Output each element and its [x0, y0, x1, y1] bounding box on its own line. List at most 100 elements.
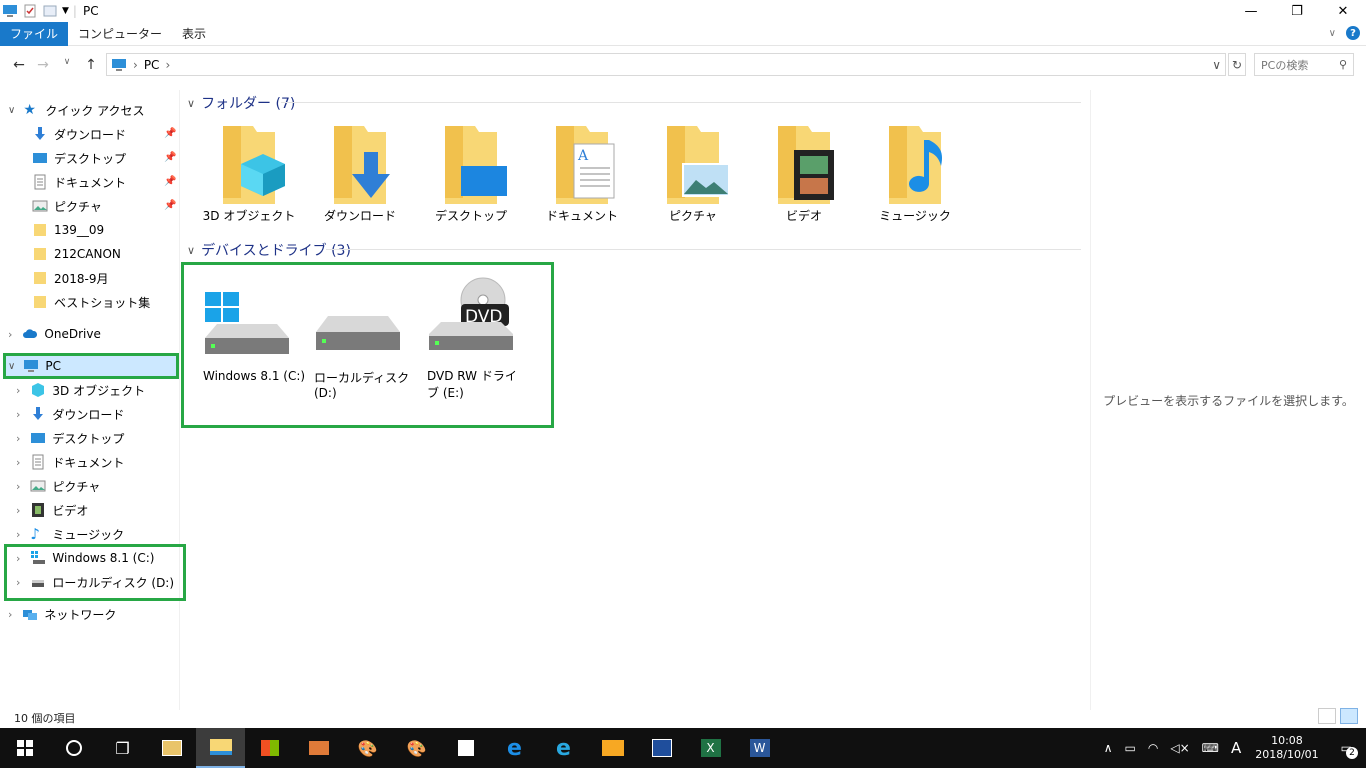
sidebar-item-downloads[interactable]: ダウンロード	[32, 122, 126, 146]
pin-icon[interactable]: 📌	[164, 152, 176, 163]
folder-videos[interactable]: ビデオ	[756, 120, 852, 224]
chevron-right-icon[interactable]: ›	[16, 408, 20, 421]
recent-locations-icon[interactable]: ∨	[58, 57, 76, 73]
taskbar: ❐ 🎨 🎨 e e X W ∧ ▭ ◠ ◁× ⌨ A 10:08 2018/10…	[0, 728, 1366, 768]
sidebar-item-folder[interactable]: 212CANON	[32, 242, 121, 266]
folder-music[interactable]: ミュージック	[867, 120, 963, 224]
minimize-button[interactable]: —	[1228, 0, 1274, 22]
ime-indicator[interactable]: A	[1225, 739, 1247, 757]
search-input[interactable]: PCの検索 ⚲	[1254, 53, 1354, 76]
sidebar-item-downloads[interactable]: › ダウンロード	[16, 402, 124, 426]
sidebar-item-quick-access[interactable]: ∨ ★ クイック アクセス	[8, 98, 145, 122]
sidebar-item-pictures[interactable]: › ピクチャ	[16, 474, 100, 498]
chevron-right-icon[interactable]: ›	[16, 384, 20, 397]
chevron-down-icon[interactable]: ∨	[187, 97, 195, 110]
chevron-right-icon[interactable]: ›	[16, 432, 20, 445]
clock[interactable]: 10:08 2018/10/01	[1247, 734, 1326, 762]
section-divider	[281, 102, 1081, 103]
breadcrumb-pc[interactable]: PC	[144, 58, 160, 72]
sidebar-item-desktop[interactable]: デスクトップ	[32, 146, 126, 170]
properties-icon[interactable]	[22, 3, 38, 19]
taskbar-app-paint-3d[interactable]: 🎨	[392, 728, 441, 768]
tab-view[interactable]: 表示	[172, 22, 216, 46]
sidebar-item-onedrive[interactable]: › OneDrive	[8, 322, 101, 346]
refresh-button[interactable]: ↻	[1228, 53, 1246, 76]
task-view-button[interactable]: ❐	[98, 728, 147, 768]
forward-button[interactable]: →	[34, 57, 52, 73]
sidebar-item-documents[interactable]: ドキュメント	[32, 170, 126, 194]
chevron-right-icon[interactable]: ›	[8, 608, 12, 621]
pin-icon[interactable]: 📌	[164, 128, 176, 139]
section-header-devices[interactable]: ∨ デバイスとドライブ (3)	[187, 240, 351, 260]
folder-documents[interactable]: A ドキュメント	[534, 120, 630, 224]
cube-icon	[32, 383, 45, 397]
sidebar-item-pictures[interactable]: ピクチャ	[32, 194, 102, 218]
cloud-icon	[23, 329, 38, 338]
wifi-icon[interactable]: ◠	[1142, 741, 1164, 755]
taskbar-app-paint[interactable]: 🎨	[343, 728, 392, 768]
sidebar-item-3d-objects[interactable]: › 3D オブジェクト	[16, 378, 145, 402]
sidebar-item-folder[interactable]: ベストショット集	[32, 290, 150, 314]
help-icon[interactable]: ?	[1346, 26, 1360, 40]
customize-toolbar-icon[interactable]: ▼	[62, 6, 69, 16]
sidebar-item-videos[interactable]: › ビデオ	[16, 498, 88, 522]
taskbar-app-photos[interactable]	[147, 728, 196, 768]
drive-e[interactable]: DVD DVD RW ドライブ (E:)	[427, 276, 537, 401]
pin-icon[interactable]: 📌	[164, 200, 176, 211]
palette-icon: 🎨	[406, 738, 427, 758]
search-button[interactable]	[49, 728, 98, 768]
taskbar-app-edge[interactable]: e	[490, 728, 539, 768]
keyboard-icon[interactable]: ⌨	[1196, 741, 1225, 755]
maximize-button[interactable]: ❐	[1274, 0, 1320, 22]
sidebar-item-documents[interactable]: › ドキュメント	[16, 450, 124, 474]
chevron-right-icon[interactable]: ›	[16, 528, 20, 541]
star-icon: ★	[23, 102, 36, 118]
taskbar-app-blue[interactable]	[637, 728, 686, 768]
taskbar-app-word[interactable]: W	[735, 728, 784, 768]
chevron-right-icon[interactable]: ›	[16, 480, 20, 493]
chevron-right-icon[interactable]: ›	[16, 504, 20, 517]
sidebar-item-music[interactable]: › ♪ ミュージック	[16, 522, 124, 546]
drive-d[interactable]: ローカルディスク (D:)	[314, 290, 424, 400]
taskbar-app-sticky[interactable]	[441, 728, 490, 768]
taskbar-app-explorer[interactable]	[196, 728, 245, 768]
computer-icon[interactable]	[2, 3, 18, 19]
taskbar-app-orange[interactable]	[588, 728, 637, 768]
tab-file[interactable]: ファイル	[0, 21, 69, 46]
chevron-right-icon[interactable]: ›	[16, 456, 20, 469]
folder-desktop[interactable]: デスクトップ	[423, 120, 519, 224]
drive-c[interactable]: Windows 8.1 (C:)	[203, 290, 313, 383]
large-icons-view-button[interactable]	[1340, 708, 1358, 724]
battery-icon[interactable]: ▭	[1119, 741, 1142, 755]
action-center-button[interactable]: ▭ 2	[1327, 741, 1366, 759]
section-header-folders[interactable]: ∨ フォルダー (7)	[187, 93, 295, 113]
taskbar-app-store[interactable]	[245, 728, 294, 768]
chevron-right-icon[interactable]: ›	[8, 328, 12, 341]
chevron-down-icon[interactable]: ∨	[8, 105, 15, 116]
sidebar-item-desktop[interactable]: › デスクトップ	[16, 426, 124, 450]
pin-icon[interactable]: 📌	[164, 176, 176, 187]
address-input[interactable]: › PC › ∨	[106, 53, 1226, 76]
expand-ribbon-icon[interactable]: ∨	[1329, 28, 1336, 39]
folder-3d-objects[interactable]: 3D オブジェクト	[201, 120, 297, 224]
up-button[interactable]: ↑	[82, 57, 100, 73]
folder-pictures[interactable]: ピクチャ	[645, 120, 741, 224]
chevron-up-icon[interactable]: ∧	[1098, 741, 1119, 755]
cortana-icon	[65, 740, 82, 756]
back-button[interactable]: ←	[10, 57, 28, 73]
chevron-down-icon[interactable]: ∨	[187, 244, 195, 257]
volume-icon[interactable]: ◁×	[1164, 741, 1195, 755]
folder-downloads[interactable]: ダウンロード	[312, 120, 408, 224]
taskbar-app-ie[interactable]: e	[539, 728, 588, 768]
sidebar-item-folder[interactable]: 2018-9月	[32, 266, 109, 290]
tab-computer[interactable]: コンピューター	[68, 22, 172, 46]
taskbar-app-toolbox[interactable]	[294, 728, 343, 768]
sidebar-item-network[interactable]: › ネットワーク	[8, 602, 116, 626]
new-folder-icon[interactable]	[42, 3, 58, 19]
close-button[interactable]: ✕	[1320, 0, 1366, 22]
details-view-button[interactable]	[1318, 708, 1336, 724]
address-dropdown-icon[interactable]: ∨	[1212, 58, 1221, 72]
sidebar-item-folder[interactable]: 139__09	[32, 218, 104, 242]
start-button[interactable]	[0, 728, 49, 768]
taskbar-app-excel[interactable]: X	[686, 728, 735, 768]
